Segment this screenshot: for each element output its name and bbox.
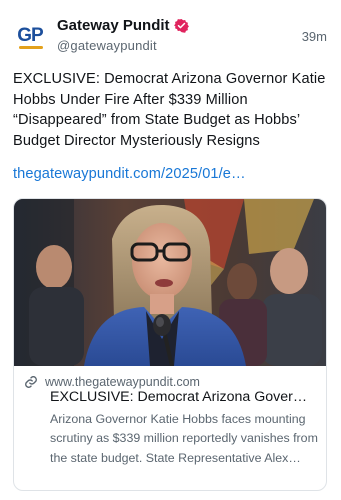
link-card-domain: www.thegatewaypundit.com: [45, 375, 200, 389]
link-card-title[interactable]: EXCLUSIVE: Democrat Arizona Gover…: [50, 389, 320, 405]
post-timestamp[interactable]: 39m: [302, 29, 327, 44]
link-card-domain-row: www.thegatewaypundit.com: [24, 375, 200, 389]
author-name-row: Gateway Pundit: [57, 17, 189, 34]
avatar-logo: GP: [17, 24, 44, 49]
woman-speaking-at-podium-photo: [14, 199, 326, 366]
link-card[interactable]: www.thegatewaypundit.com EXCLUSIVE: Demo…: [13, 198, 327, 491]
link-icon: [24, 375, 38, 389]
link-card-image[interactable]: [14, 199, 326, 366]
author-display-name[interactable]: Gateway Pundit: [57, 17, 170, 34]
verified-badge-icon: [173, 18, 189, 33]
avatar[interactable]: GP: [12, 17, 48, 53]
author-handle[interactable]: @gatewaypundit: [57, 38, 157, 53]
post[interactable]: GP Gateway Pundit @gatewaypundit 39m EXC…: [0, 0, 341, 500]
post-link[interactable]: thegatewaypundit.com/2025/01/e…: [13, 166, 246, 182]
link-card-description: Arizona Governor Katie Hobbs faces mount…: [50, 412, 318, 465]
post-text: EXCLUSIVE: Democrat Arizona Governor Kat…: [13, 71, 326, 149]
